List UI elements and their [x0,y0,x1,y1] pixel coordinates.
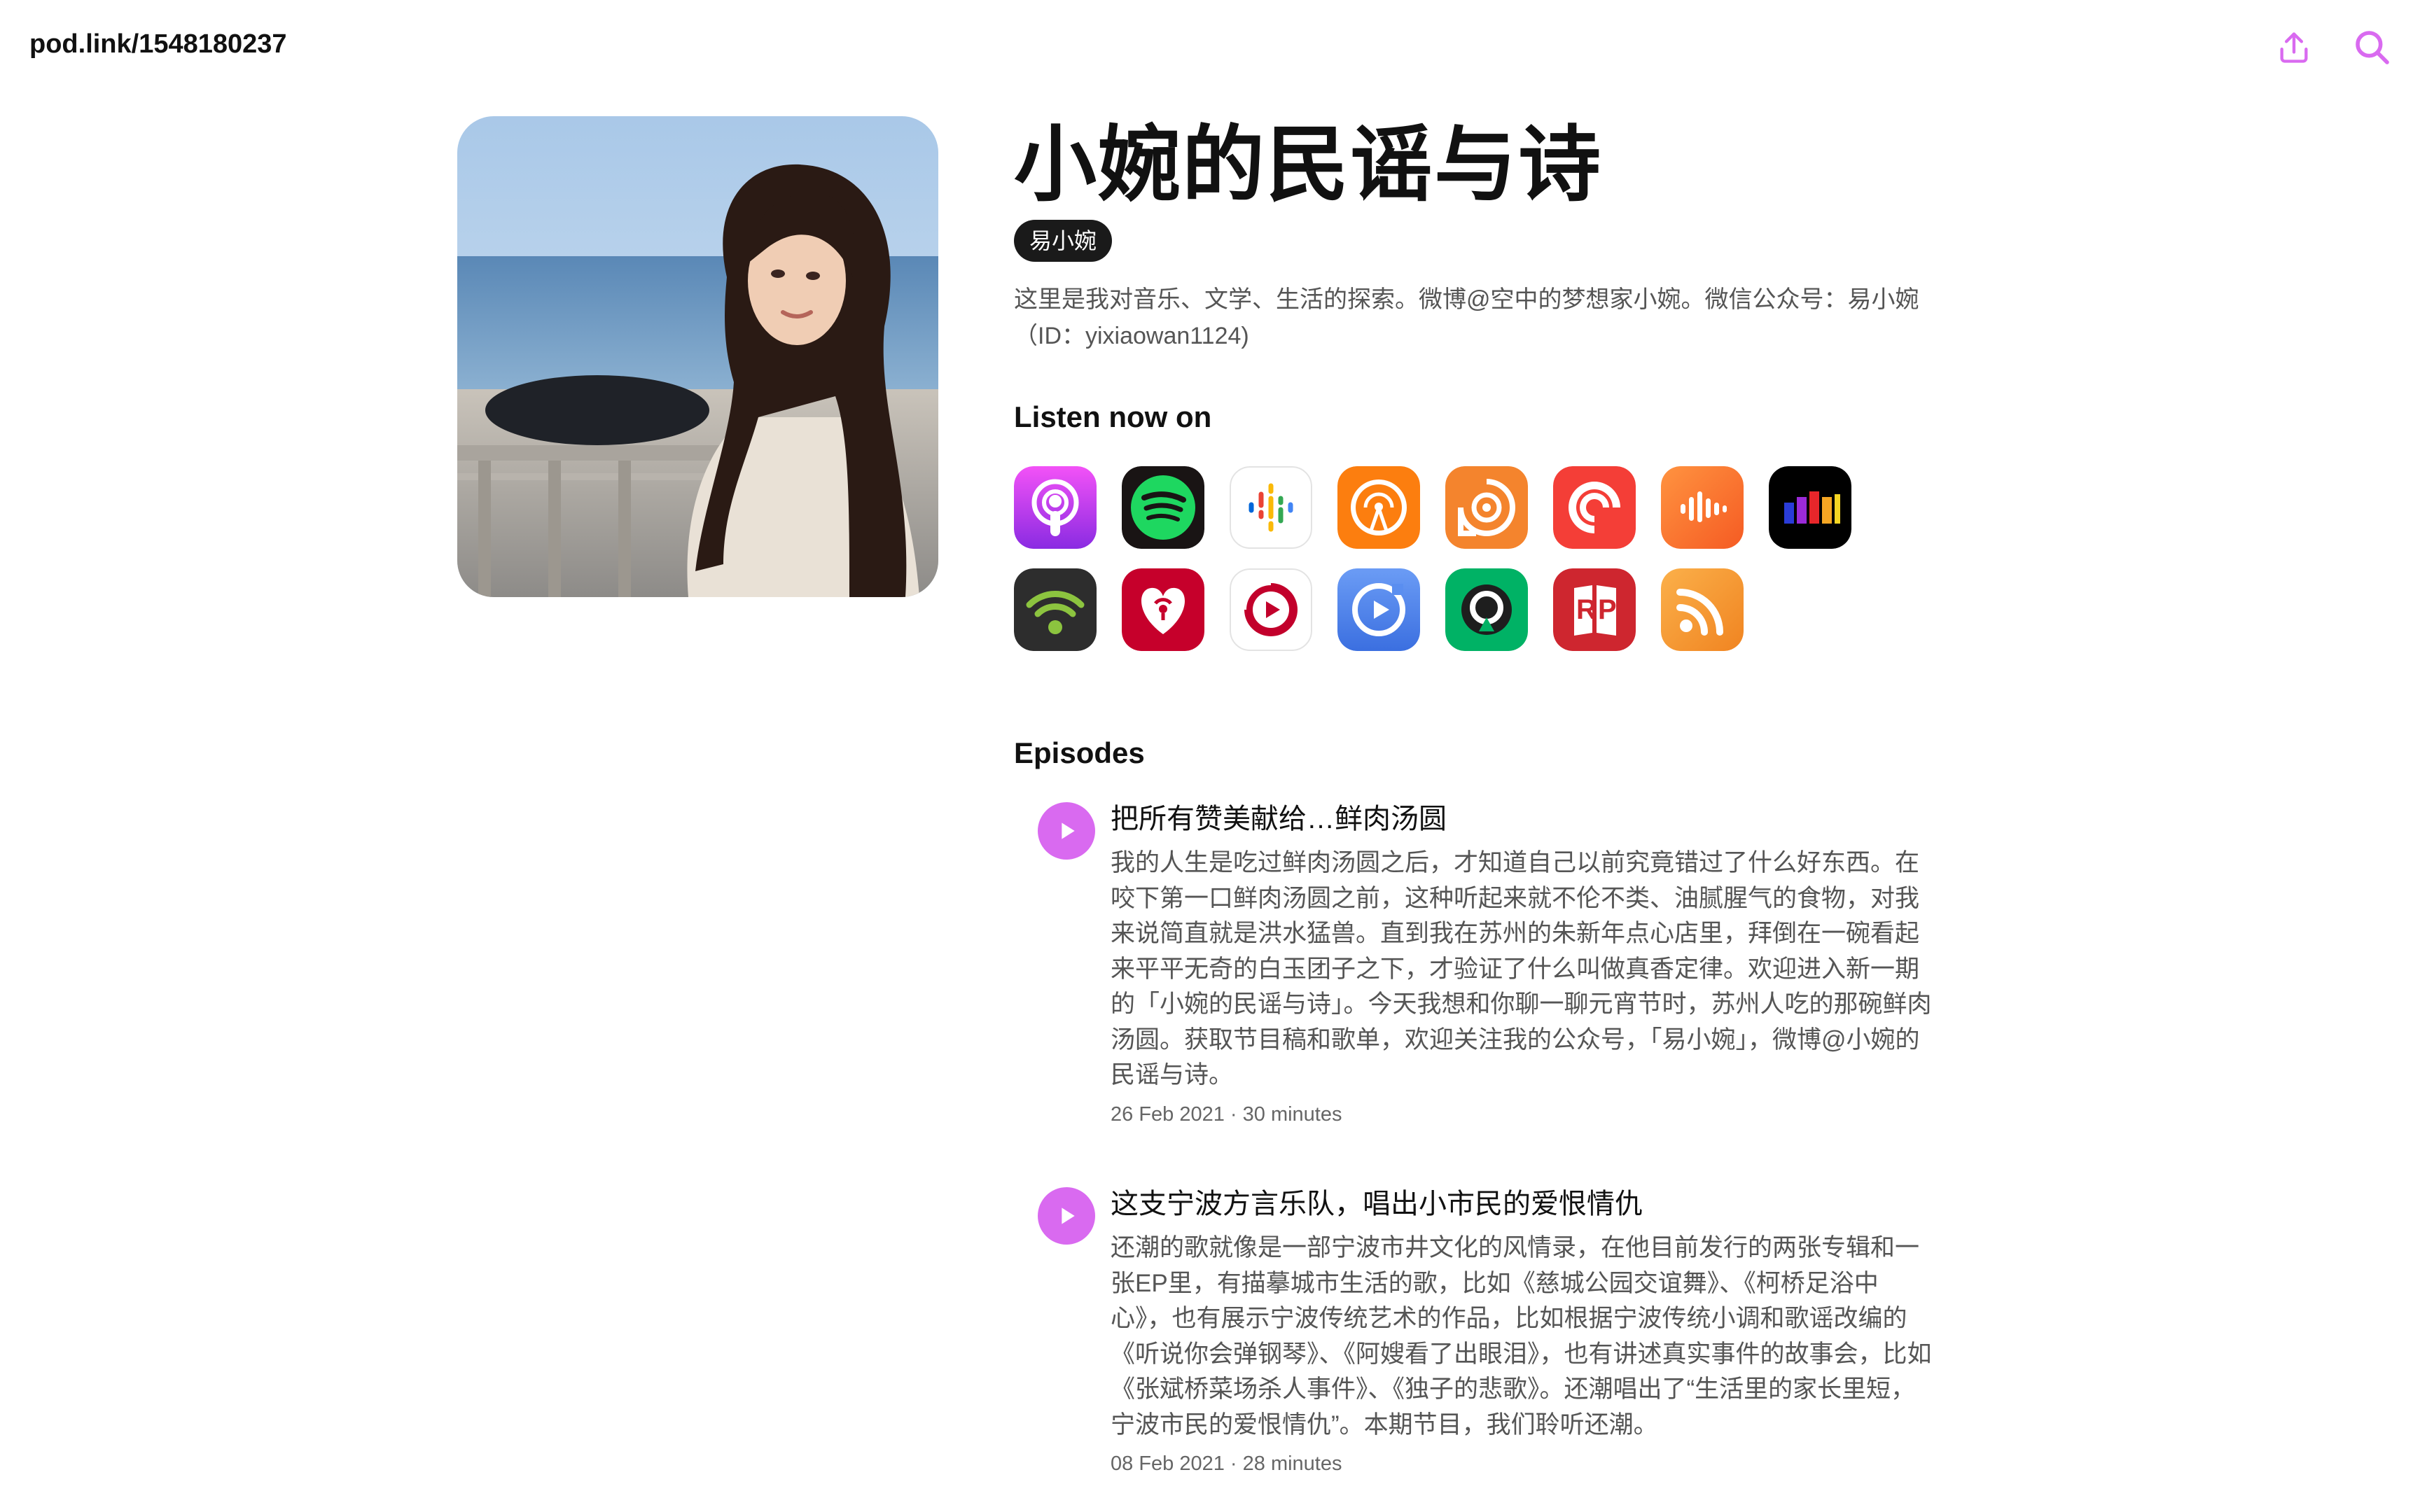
search-icon[interactable] [2350,25,2395,70]
apple-podcasts-icon[interactable] [1014,466,1097,549]
google-podcasts-icon[interactable] [1230,466,1312,549]
share-upload-icon[interactable] [2272,25,2316,70]
podcast-app-icon[interactable] [1337,568,1420,651]
play-button[interactable] [1038,802,1095,860]
radio-public-icon[interactable]: R P [1553,568,1636,651]
site-link[interactable]: pod.link/1548180237 [29,29,287,59]
svg-text:R: R [1576,594,1597,625]
overcast-icon[interactable] [1337,466,1420,549]
podcast-addict-icon[interactable] [1445,466,1528,549]
podcast-republic-icon[interactable] [1014,568,1097,651]
podcast-description: 这里是我对音乐、文学、生活的探索。微博@空中的梦想家小婉。微信公众号：易小婉（I… [1014,286,1919,349]
spotify-icon[interactable] [1122,466,1204,549]
svg-text:P: P [1598,594,1617,625]
play-button[interactable] [1038,1187,1095,1245]
play-icon [1062,1208,1075,1224]
iheartradio-icon[interactable] [1122,568,1204,651]
castbox-icon[interactable] [1661,466,1744,549]
rss-feed-icon[interactable] [1661,568,1744,651]
castro-icon[interactable] [1445,568,1528,651]
podcast-cover-image [457,116,938,597]
play-icon [1062,822,1075,839]
episode-title[interactable]: 这支宁波方言乐队，唱出小市民的爱恨情仇 [1111,1184,1937,1224]
page: pod.link/1548180237 小婉的民谣与诗 易小婉 这里是我对音乐、… [0,0,2420,1512]
episode-title[interactable]: 把所有赞美献给…鲜肉汤圆 [1111,799,1937,839]
episode-meta: 26 Feb 2021 · 30 minutes [1111,1102,1342,1126]
deezer-icon[interactable] [1769,466,1851,549]
top-bar: pod.link/1548180237 [0,0,2420,91]
podcast-info: 小婉的民谣与诗 易小婉 这里是我对音乐、文学、生活的探索。微博@空中的梦想家小婉… [1014,116,1952,354]
episode-description: 我的人生是吃过鲜肉汤圆之后，才知道自己以前究竟错过了什么好东西。在咬下第一口鲜肉… [1111,849,1932,1088]
episodes-heading: Episodes [1014,736,1145,769]
podcast-title: 小婉的民谣与诗 [1014,119,1603,211]
pocket-casts-icon[interactable] [1553,466,1636,549]
episode-description: 还潮的歌就像是一部宁波市井文化的风情录，在他目前发行的两张专辑和一张EP里，有描… [1111,1234,1932,1438]
listen-now-heading: Listen now on [1014,400,1212,433]
platform-grid: R P [1014,466,1882,651]
author-badge[interactable]: 易小婉 [1014,220,1113,262]
player-fm-icon[interactable] [1230,568,1312,651]
episode-meta: 08 Feb 2021 · 28 minutes [1111,1452,1342,1475]
